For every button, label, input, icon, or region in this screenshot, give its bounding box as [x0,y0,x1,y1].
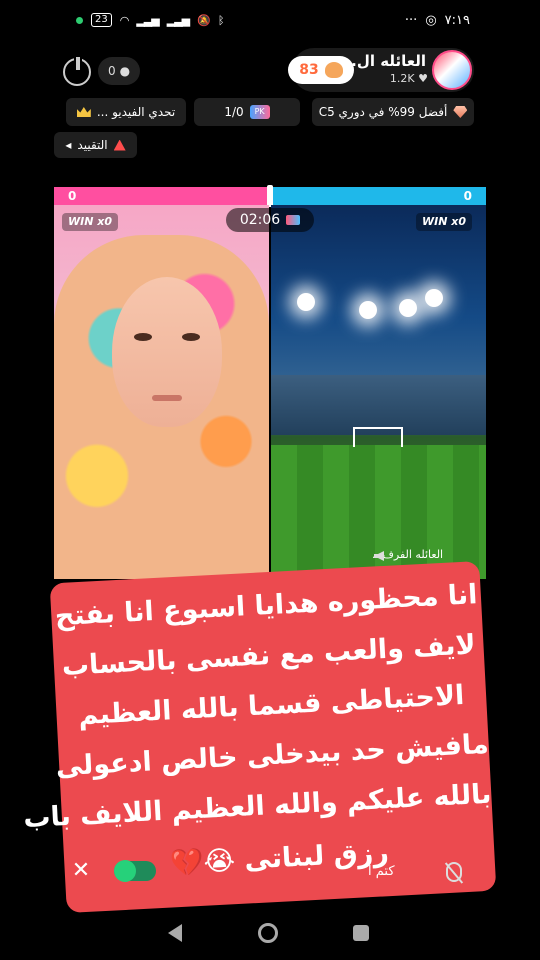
more-icon: ··· [404,12,418,28]
gem-icon [453,106,468,118]
challenge-label: تحدي الفيديو ... [96,105,176,119]
stadium-light-2 [359,301,377,319]
stadium-light-3 [399,299,417,317]
host-likes: 1.2K ♥ [390,72,428,85]
restriction-label: التقييد [77,138,108,152]
host-video[interactable] [54,205,269,579]
recording-dot-icon [76,16,83,24]
whatsapp-icon: ◎ [425,12,437,28]
pk-count-label: 1/0 [224,105,244,119]
viewer-count-button[interactable]: 0 ● [98,57,140,85]
crown-icon [76,107,91,117]
warning-icon [113,139,126,151]
restriction-button[interactable]: التقييد ◂ [54,132,137,158]
stadium-stands [271,375,486,435]
host-face [112,277,222,427]
mouth [152,395,182,401]
nav-home-icon[interactable] [258,923,278,943]
status-left: 23 ◠ ▂▃▅ ▂▃▅ 🔕 ᛒ [76,13,225,27]
pk-timer-icon [286,215,301,225]
pk-timer-value: 02:06 [239,212,281,228]
host-name: العائله ال.. [345,52,426,70]
score-pill[interactable]: 83 [288,56,354,84]
host-likes-value: 1.2K [389,72,415,85]
toggle-knob[interactable] [114,860,136,882]
clock: ٧:١٩ [444,12,470,28]
pk-count-chip[interactable]: PK 1/0 [194,98,300,126]
host-avatar[interactable] [432,50,472,90]
mute-label[interactable]: كتم ا [368,864,395,879]
status-bar: 23 ◠ ▂▃▅ ▂▃▅ 🔕 ᛒ ··· ◎ ٧:١٩ [0,0,540,40]
heart-icon [324,62,343,78]
pk-score-left: 0 [54,187,270,205]
nav-back-icon[interactable] [168,924,182,942]
win-badge-left: WIN x0 [62,213,119,231]
guest-video[interactable] [271,205,486,579]
caption-overlay: انا محظوره هدايا اسبوع انا بفتح لايف وال… [23,560,497,914]
eye-right [182,333,200,341]
win-badge-right: WIN x0 [416,213,473,231]
user-icon: ● [119,64,131,78]
power-icon[interactable] [63,55,91,86]
viewer-count: 0 [107,64,116,78]
signal-icon: ▂▃▅ [136,13,159,27]
challenge-chip[interactable]: تحدي الفيديو ... [66,98,186,126]
stadium-light-4 [425,289,443,307]
wifi-icon: ◠ [119,13,130,27]
mic-off-icon[interactable] [446,862,462,882]
league-chip[interactable]: أفضل 99% في دوري C5 [312,98,474,126]
league-label: أفضل 99% في دوري C5 [318,105,448,119]
signal-icon-2: ▂▃▅ [166,13,190,27]
bluetooth-icon: ᛒ [217,13,225,27]
caret-left-icon: ◂ [65,138,72,152]
score-value: 83 [299,62,319,78]
pk-divider [267,185,273,207]
nav-recents-icon[interactable] [353,925,369,941]
battery-icon: 23 [91,13,112,27]
pk-score-right: 0 [270,187,486,205]
mute-bell-icon: 🔕 [197,13,211,27]
pk-timer: 02:06 [226,208,314,232]
goal-post [353,427,403,447]
pk-icon: PK [249,105,270,119]
stadium-light-1 [297,293,315,311]
close-button[interactable]: ✕ [70,860,92,882]
eye-left [134,333,152,341]
heart-small-icon: ♥ [418,72,428,85]
status-right: ··· ◎ ٧:١٩ [405,13,470,28]
